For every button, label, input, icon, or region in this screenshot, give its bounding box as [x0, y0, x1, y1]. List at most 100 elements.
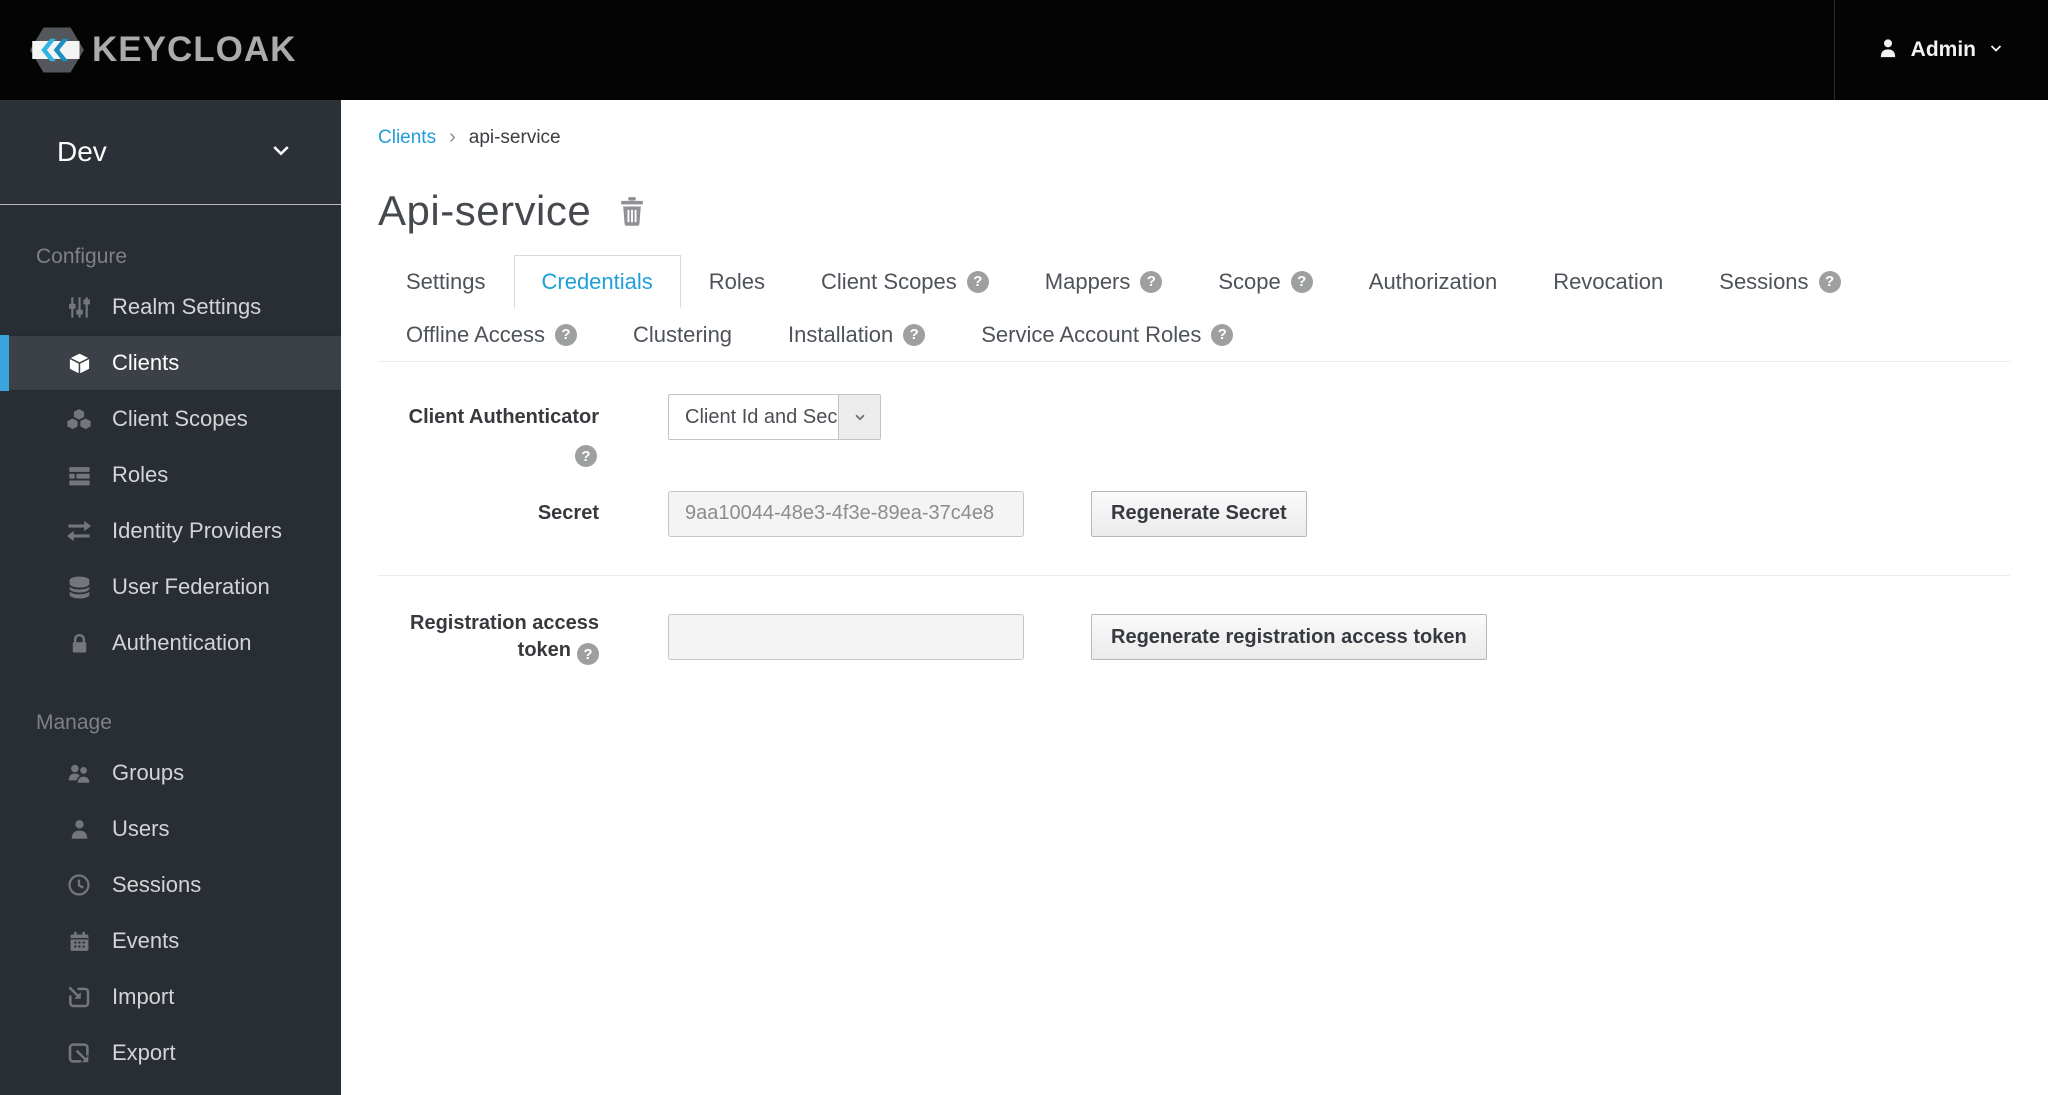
cubes-icon [60, 406, 98, 432]
database-icon [60, 575, 98, 600]
sidebar-item-label: Sessions [112, 872, 202, 897]
cube-icon [60, 351, 98, 376]
sidebar-item-label: User Federation [112, 574, 270, 599]
help-icon[interactable]: ? [555, 323, 577, 346]
keycloak-logo-icon [30, 25, 84, 75]
help-icon[interactable]: ? [903, 323, 926, 346]
user-icon [60, 818, 98, 841]
tab-clustering[interactable]: Clustering [605, 308, 760, 361]
clock-icon [60, 873, 98, 897]
client-authenticator-label-col: Client Authenticator ? [378, 394, 599, 469]
tab-scope[interactable]: Scope? [1190, 255, 1340, 308]
tab-sessions[interactable]: Sessions? [1691, 255, 1868, 308]
sidebar-item-realm-settings[interactable]: Realm Settings [0, 279, 341, 335]
tab-roles[interactable]: Roles [681, 255, 793, 308]
client-authenticator-value: Client Id and Secret [685, 405, 838, 428]
chevron-down-icon [1988, 40, 2004, 61]
secret-row: Secret Regenerate Secret [378, 490, 2010, 537]
sidebar-item-label: Authentication [112, 630, 252, 655]
sidebar-item-users[interactable]: Users [0, 801, 341, 857]
sidebar-item-client-scopes[interactable]: Client Scopes [0, 391, 341, 447]
help-icon[interactable]: ? [1140, 270, 1163, 293]
tab-row-2: Offline Access? Clustering Installation?… [378, 308, 2010, 361]
realm-selector[interactable]: Dev [0, 100, 341, 205]
sidebar-item-sessions[interactable]: Sessions [0, 857, 341, 913]
list-icon [60, 463, 98, 488]
delete-client-button[interactable] [617, 195, 647, 228]
tab-settings[interactable]: Settings [378, 255, 514, 308]
user-icon [1877, 37, 1899, 64]
help-icon[interactable]: ? [575, 445, 597, 467]
sidebar-item-label: Groups [112, 760, 185, 785]
sidebar-item-events[interactable]: Events [0, 913, 341, 969]
regenerate-registration-token-button[interactable]: Regenerate registration access token [1091, 614, 1487, 661]
help-icon[interactable]: ? [577, 643, 599, 665]
sidebar-item-identity-providers[interactable]: Identity Providers [0, 503, 341, 559]
sidebar-item-export[interactable]: Export [0, 1025, 341, 1081]
client-authenticator-select[interactable]: Client Id and Secret [668, 394, 881, 440]
breadcrumb-separator: › [449, 126, 456, 148]
page-title: Api-service [378, 187, 592, 234]
tab-authorization[interactable]: Authorization [1341, 255, 1525, 308]
export-icon [60, 1041, 98, 1065]
help-icon[interactable]: ? [966, 270, 989, 293]
secret-label: Secret [537, 502, 599, 524]
sidebar-item-user-federation[interactable]: User Federation [0, 559, 341, 615]
tab-revocation[interactable]: Revocation [1525, 255, 1691, 308]
sidebar-item-label: Clients [112, 350, 180, 375]
sidebar-item-label: Identity Providers [112, 518, 282, 543]
keycloak-logo[interactable]: KEYCLOAK [0, 25, 296, 75]
nav-section-configure: Configure [36, 245, 128, 268]
keycloak-logo-text: KEYCLOAK [92, 30, 297, 69]
registration-token-input[interactable] [668, 614, 1024, 661]
help-icon[interactable]: ? [1818, 270, 1841, 293]
sidebar-item-groups[interactable]: Groups [0, 745, 341, 801]
tab-installation[interactable]: Installation? [760, 308, 953, 361]
exchange-icon [60, 518, 98, 544]
credentials-form: Client Authenticator ? Client Id and Sec… [378, 362, 2010, 665]
sidebar-item-label: Realm Settings [112, 294, 262, 319]
sidebar-item-label: Users [112, 816, 170, 841]
breadcrumb: Clients › api-service [378, 126, 2010, 149]
sidebar-item-label: Import [112, 984, 175, 1009]
sidebar-item-label: Roles [112, 462, 169, 487]
sidebar-item-label: Client Scopes [112, 406, 248, 431]
tab-offline-access[interactable]: Offline Access? [378, 308, 605, 361]
registration-token-label: Registration access token [410, 611, 599, 661]
realm-name: Dev [57, 136, 107, 167]
main-content: Clients › api-service Api-service Settin… [341, 100, 2048, 1095]
import-icon [60, 985, 98, 1009]
sliders-icon [60, 295, 98, 320]
nav-section-manage: Manage [36, 711, 112, 734]
help-icon[interactable]: ? [1211, 323, 1234, 346]
user-menu-label: Admin [1910, 38, 1976, 61]
breadcrumb-current: api-service [468, 126, 561, 148]
calendar-icon [60, 930, 98, 953]
tab-client-scopes[interactable]: Client Scopes? [793, 255, 1017, 308]
tab-row-1: Settings Credentials Roles Client Scopes… [378, 255, 2010, 308]
chevron-down-icon [838, 395, 880, 439]
masthead: KEYCLOAK Admin [0, 0, 2048, 100]
sidebar-item-roles[interactable]: Roles [0, 447, 341, 503]
chevron-down-icon [269, 138, 293, 167]
regenerate-secret-button[interactable]: Regenerate Secret [1091, 490, 1307, 537]
lock-icon [60, 632, 98, 655]
sidebar: Dev Configure Realm Settings Clients Cli… [0, 100, 341, 1095]
tab-credentials[interactable]: Credentials [513, 255, 681, 308]
user-menu[interactable]: Admin [1833, 0, 2048, 100]
sidebar-item-label: Events [112, 928, 180, 953]
form-divider [378, 574, 2010, 576]
help-icon[interactable]: ? [1290, 270, 1313, 293]
breadcrumb-clients-link[interactable]: Clients [378, 127, 436, 149]
registration-token-label-col: Registration access token? [378, 610, 599, 665]
client-authenticator-label: Client Authenticator [408, 406, 599, 428]
tab-mappers[interactable]: Mappers? [1017, 255, 1191, 308]
sidebar-item-clients[interactable]: Clients [0, 335, 341, 391]
secret-input[interactable] [668, 490, 1024, 537]
registration-token-row: Registration access token? Regenerate re… [378, 610, 2010, 665]
sidebar-item-label: Export [112, 1040, 176, 1065]
sidebar-item-authentication[interactable]: Authentication [0, 615, 341, 671]
tab-service-account-roles[interactable]: Service Account Roles? [953, 308, 1261, 361]
client-tabs: Settings Credentials Roles Client Scopes… [378, 255, 2010, 362]
sidebar-item-import[interactable]: Import [0, 969, 341, 1025]
